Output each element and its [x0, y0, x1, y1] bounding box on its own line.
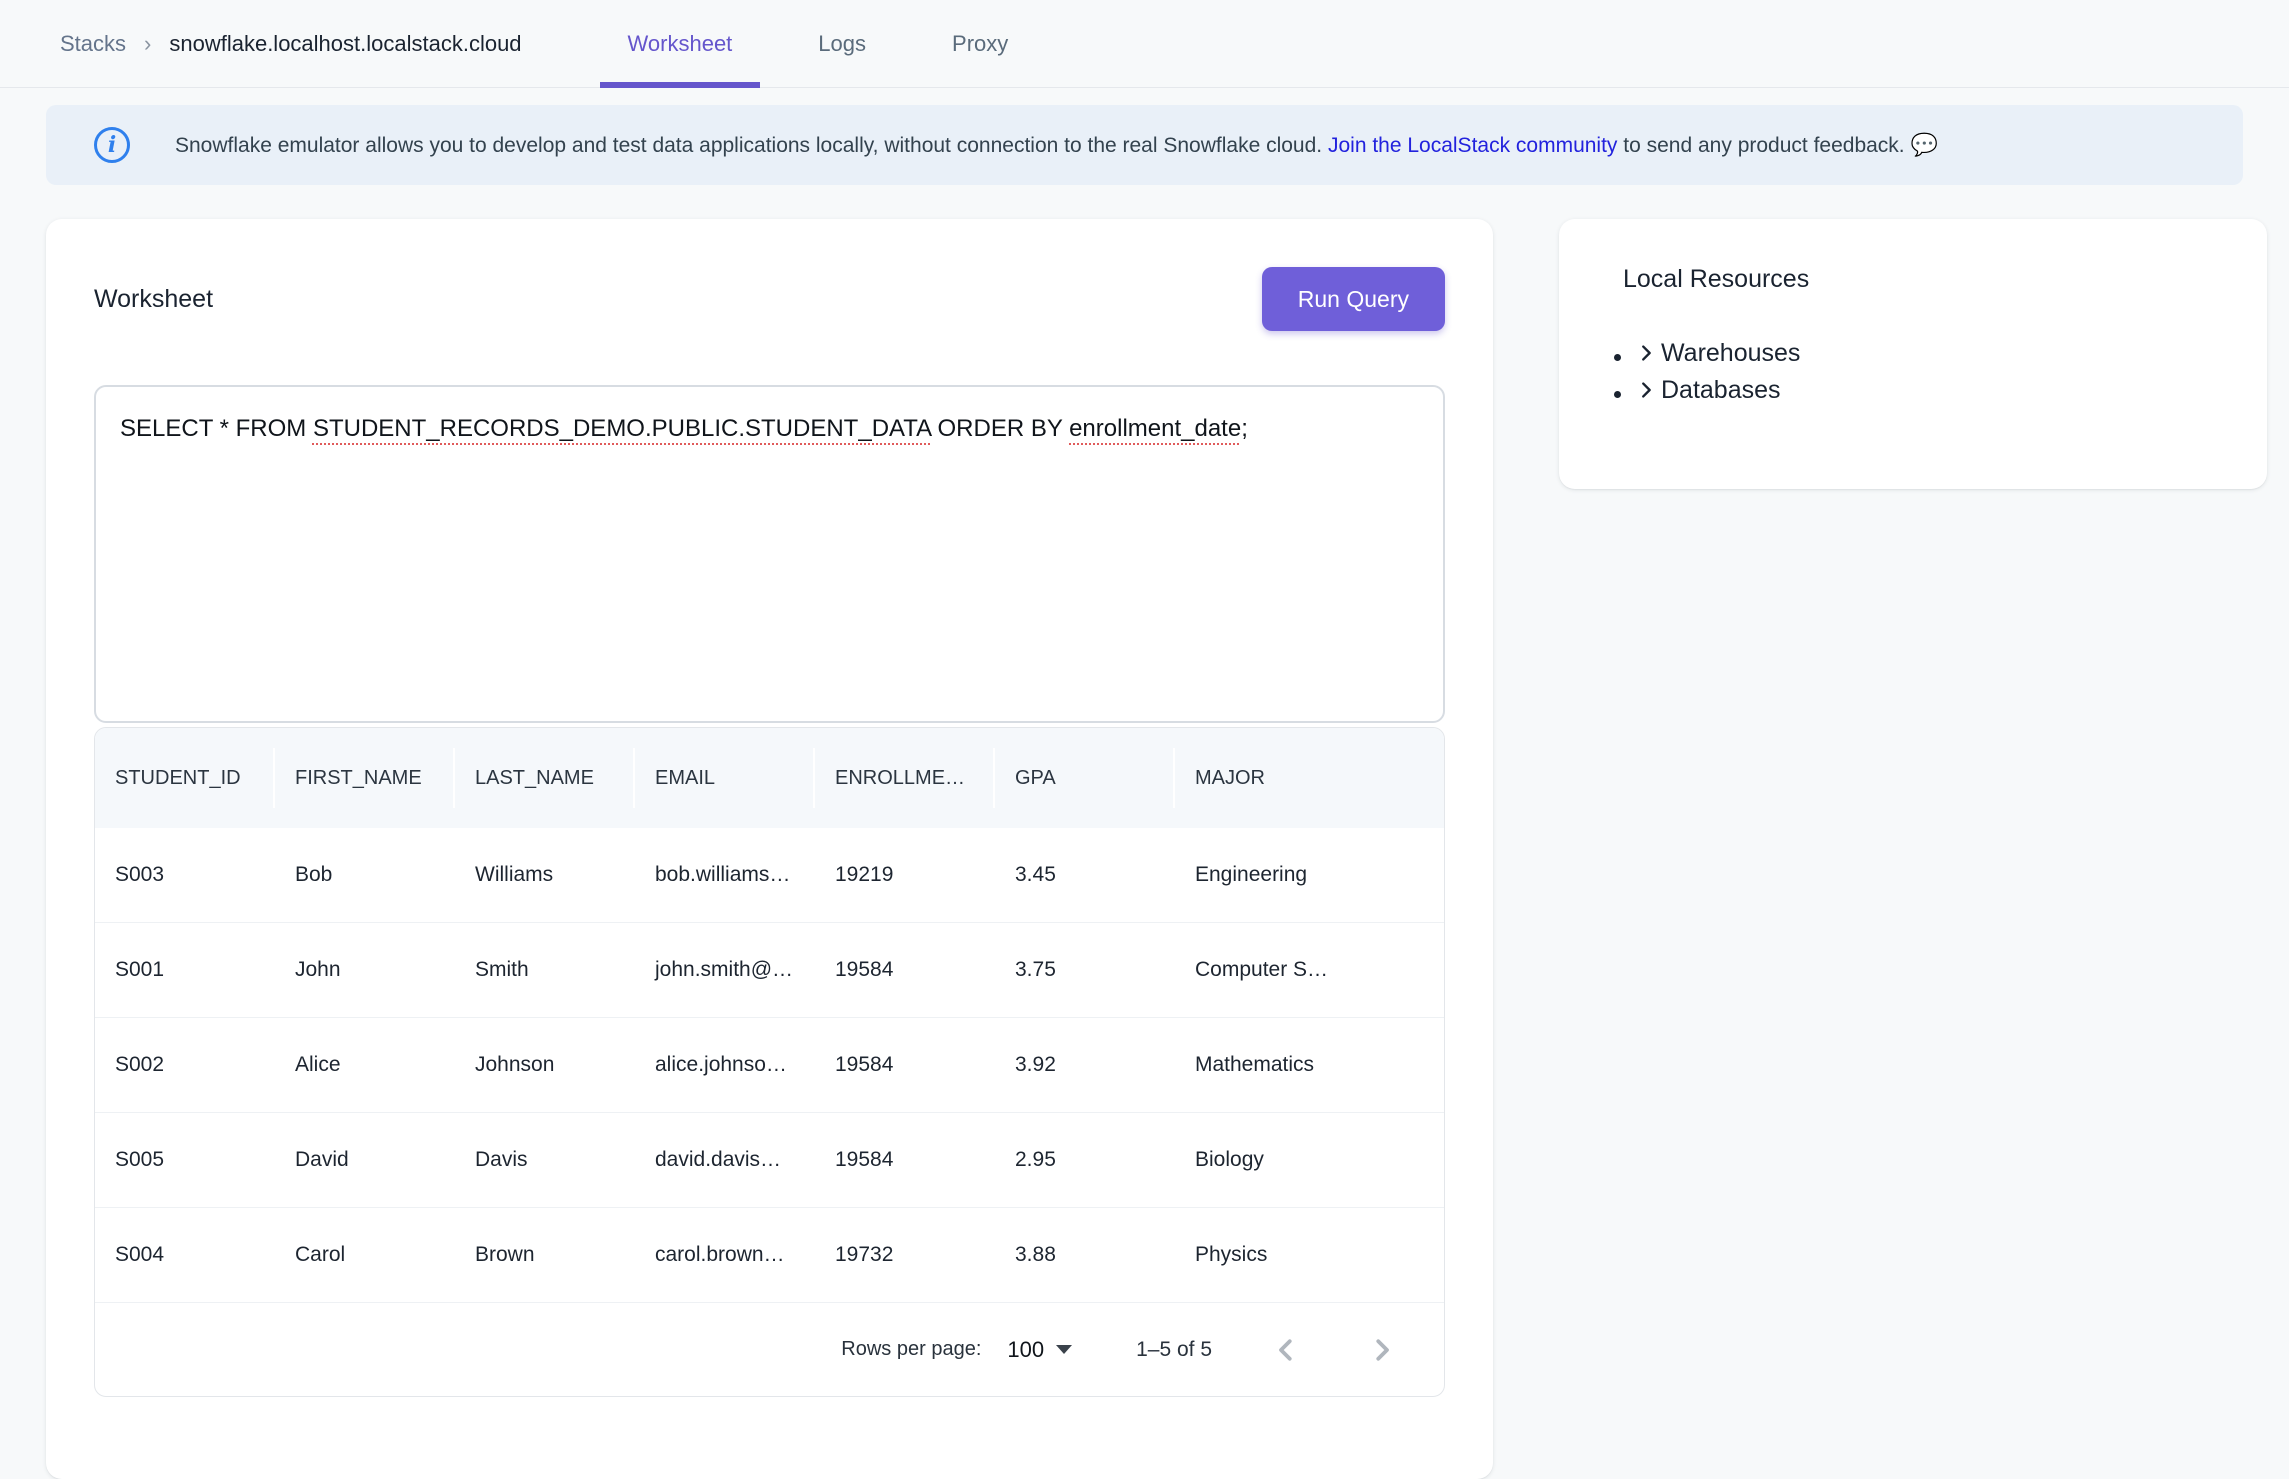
table-cell: Davis — [455, 1148, 635, 1172]
breadcrumb-separator: › — [144, 31, 151, 57]
table-cell: 19584 — [815, 1148, 995, 1172]
table-cell: Alice — [275, 1053, 455, 1077]
next-page-button[interactable] — [1360, 1328, 1404, 1372]
banner-text-after: to send any product feedback. — [1623, 134, 1904, 157]
table-cell: Smith — [455, 958, 635, 982]
table-cell: Physics — [1175, 1243, 1355, 1267]
table-cell: bob.williams… — [635, 863, 815, 887]
table-row: S003BobWilliamsbob.williams…192193.45Eng… — [95, 828, 1444, 922]
column-header[interactable]: MAJOR — [1175, 728, 1355, 828]
table-cell: 19219 — [815, 863, 995, 887]
chevron-expand-icon — [1635, 342, 1657, 364]
query-token-misspelled: STUDENT_RECORDS_DEMO.PUBLIC.STUDENT_DATA — [313, 415, 931, 442]
table-cell: Johnson — [455, 1053, 635, 1077]
resource-node-label: Databases — [1661, 373, 1781, 407]
table-cell: alice.johnso… — [635, 1053, 815, 1077]
column-header[interactable]: GPA — [995, 728, 1175, 828]
table-cell: Mathematics — [1175, 1053, 1355, 1077]
rows-per-page-select[interactable]: 100 — [1007, 1337, 1072, 1363]
table-cell: S001 — [95, 958, 275, 982]
table-cell: 19732 — [815, 1243, 995, 1267]
table-cell: Engineering — [1175, 863, 1355, 887]
table-cell: S002 — [95, 1053, 275, 1077]
table-cell: 3.45 — [995, 863, 1175, 887]
table-cell: Carol — [275, 1243, 455, 1267]
info-icon: i — [94, 127, 130, 163]
table-cell: Biology — [1175, 1148, 1355, 1172]
resource-node-warehouses[interactable]: Warehouses — [1635, 336, 2227, 373]
pagination-range: 1–5 of 5 — [1136, 1338, 1212, 1362]
table-cell: 3.88 — [995, 1243, 1175, 1267]
table-cell: Bob — [275, 863, 455, 887]
rows-per-page-value: 100 — [1007, 1337, 1044, 1363]
chevron-left-icon — [1271, 1335, 1301, 1365]
breadcrumb-stack-name: snowflake.localhost.localstack.cloud — [169, 31, 521, 57]
column-header[interactable]: EMAIL — [635, 728, 815, 828]
table-row: S004CarolBrowncarol.brown…197323.88Physi… — [95, 1207, 1444, 1302]
tab-logs[interactable]: Logs — [790, 0, 894, 88]
tab-bar: Worksheet Logs Proxy — [600, 0, 1067, 88]
pagination-bar: Rows per page: 100 1–5 of 5 — [95, 1302, 1444, 1396]
resource-node-databases[interactable]: Databases — [1635, 373, 2227, 410]
column-header[interactable]: STUDENT_ID — [95, 728, 275, 828]
table-cell: 3.75 — [995, 958, 1175, 982]
rows-per-page-label: Rows per page: — [841, 1338, 981, 1361]
info-banner: i Snowflake emulator allows you to devel… — [46, 105, 2243, 185]
results-table-body: S003BobWilliamsbob.williams…192193.45Eng… — [95, 828, 1444, 1302]
dropdown-arrow-icon — [1056, 1345, 1072, 1354]
top-nav: Stacks › snowflake.localhost.localstack.… — [0, 0, 2289, 88]
sql-editor[interactable]: SELECT * FROM STUDENT_RECORDS_DEMO.PUBLI… — [94, 385, 1445, 723]
results-table: STUDENT_IDFIRST_NAMELAST_NAMEEMAILENROLL… — [94, 727, 1445, 1397]
chevron-right-icon — [1367, 1335, 1397, 1365]
table-cell: S004 — [95, 1243, 275, 1267]
query-token: SELECT * FROM — [120, 415, 313, 442]
resource-node-inner: Warehouses — [1635, 336, 1800, 370]
table-cell: John — [275, 958, 455, 982]
breadcrumb-stacks-link[interactable]: Stacks — [60, 31, 126, 57]
local-resources-panel: Local Resources WarehousesDatabases — [1559, 219, 2267, 489]
table-cell: 19584 — [815, 958, 995, 982]
speech-balloon-icon: 💬 — [1910, 132, 1937, 157]
table-row: S002AliceJohnsonalice.johnso…195843.92Ma… — [95, 1017, 1444, 1112]
column-header[interactable]: FIRST_NAME — [275, 728, 455, 828]
table-cell: carol.brown… — [635, 1243, 815, 1267]
banner-text-before: Snowflake emulator allows you to develop… — [175, 134, 1322, 157]
table-cell: john.smith@… — [635, 958, 815, 982]
banner-message: Snowflake emulator allows you to develop… — [175, 132, 1938, 158]
main-content: Worksheet Run Query SELECT * FROM STUDEN… — [0, 185, 2289, 1479]
table-cell: Williams — [455, 863, 635, 887]
breadcrumb: Stacks › snowflake.localhost.localstack.… — [60, 31, 522, 57]
table-row: S005DavidDavisdavid.davis…195842.95Biolo… — [95, 1112, 1444, 1207]
column-header[interactable]: LAST_NAME — [455, 728, 635, 828]
table-cell: Computer S… — [1175, 958, 1355, 982]
community-link[interactable]: Join the LocalStack community — [1328, 134, 1617, 157]
local-resources-tree: WarehousesDatabases — [1599, 336, 2227, 410]
query-token: ORDER BY — [931, 415, 1069, 442]
table-cell: David — [275, 1148, 455, 1172]
tab-worksheet[interactable]: Worksheet — [600, 0, 761, 88]
table-cell: david.davis… — [635, 1148, 815, 1172]
resource-node-inner: Databases — [1635, 373, 1781, 407]
table-cell: 19584 — [815, 1053, 995, 1077]
results-table-header: STUDENT_IDFIRST_NAMELAST_NAMEEMAILENROLL… — [95, 728, 1444, 828]
tab-proxy[interactable]: Proxy — [924, 0, 1036, 88]
table-cell: S003 — [95, 863, 275, 887]
table-cell: 3.92 — [995, 1053, 1175, 1077]
previous-page-button[interactable] — [1264, 1328, 1308, 1372]
query-token-misspelled: enrollment_date — [1069, 415, 1241, 442]
column-header[interactable]: ENROLLME… — [815, 728, 995, 828]
local-resources-title: Local Resources — [1599, 265, 2227, 294]
table-cell: 2.95 — [995, 1148, 1175, 1172]
worksheet-header: Worksheet Run Query — [94, 267, 1445, 331]
resource-node-label: Warehouses — [1661, 336, 1800, 370]
run-query-button[interactable]: Run Query — [1262, 267, 1445, 331]
table-row: S001JohnSmithjohn.smith@…195843.75Comput… — [95, 922, 1444, 1017]
query-token: ; — [1241, 415, 1248, 442]
worksheet-title: Worksheet — [94, 285, 213, 314]
worksheet-panel: Worksheet Run Query SELECT * FROM STUDEN… — [46, 219, 1493, 1479]
table-cell: S005 — [95, 1148, 275, 1172]
chevron-expand-icon — [1635, 379, 1657, 401]
table-cell: Brown — [455, 1243, 635, 1267]
